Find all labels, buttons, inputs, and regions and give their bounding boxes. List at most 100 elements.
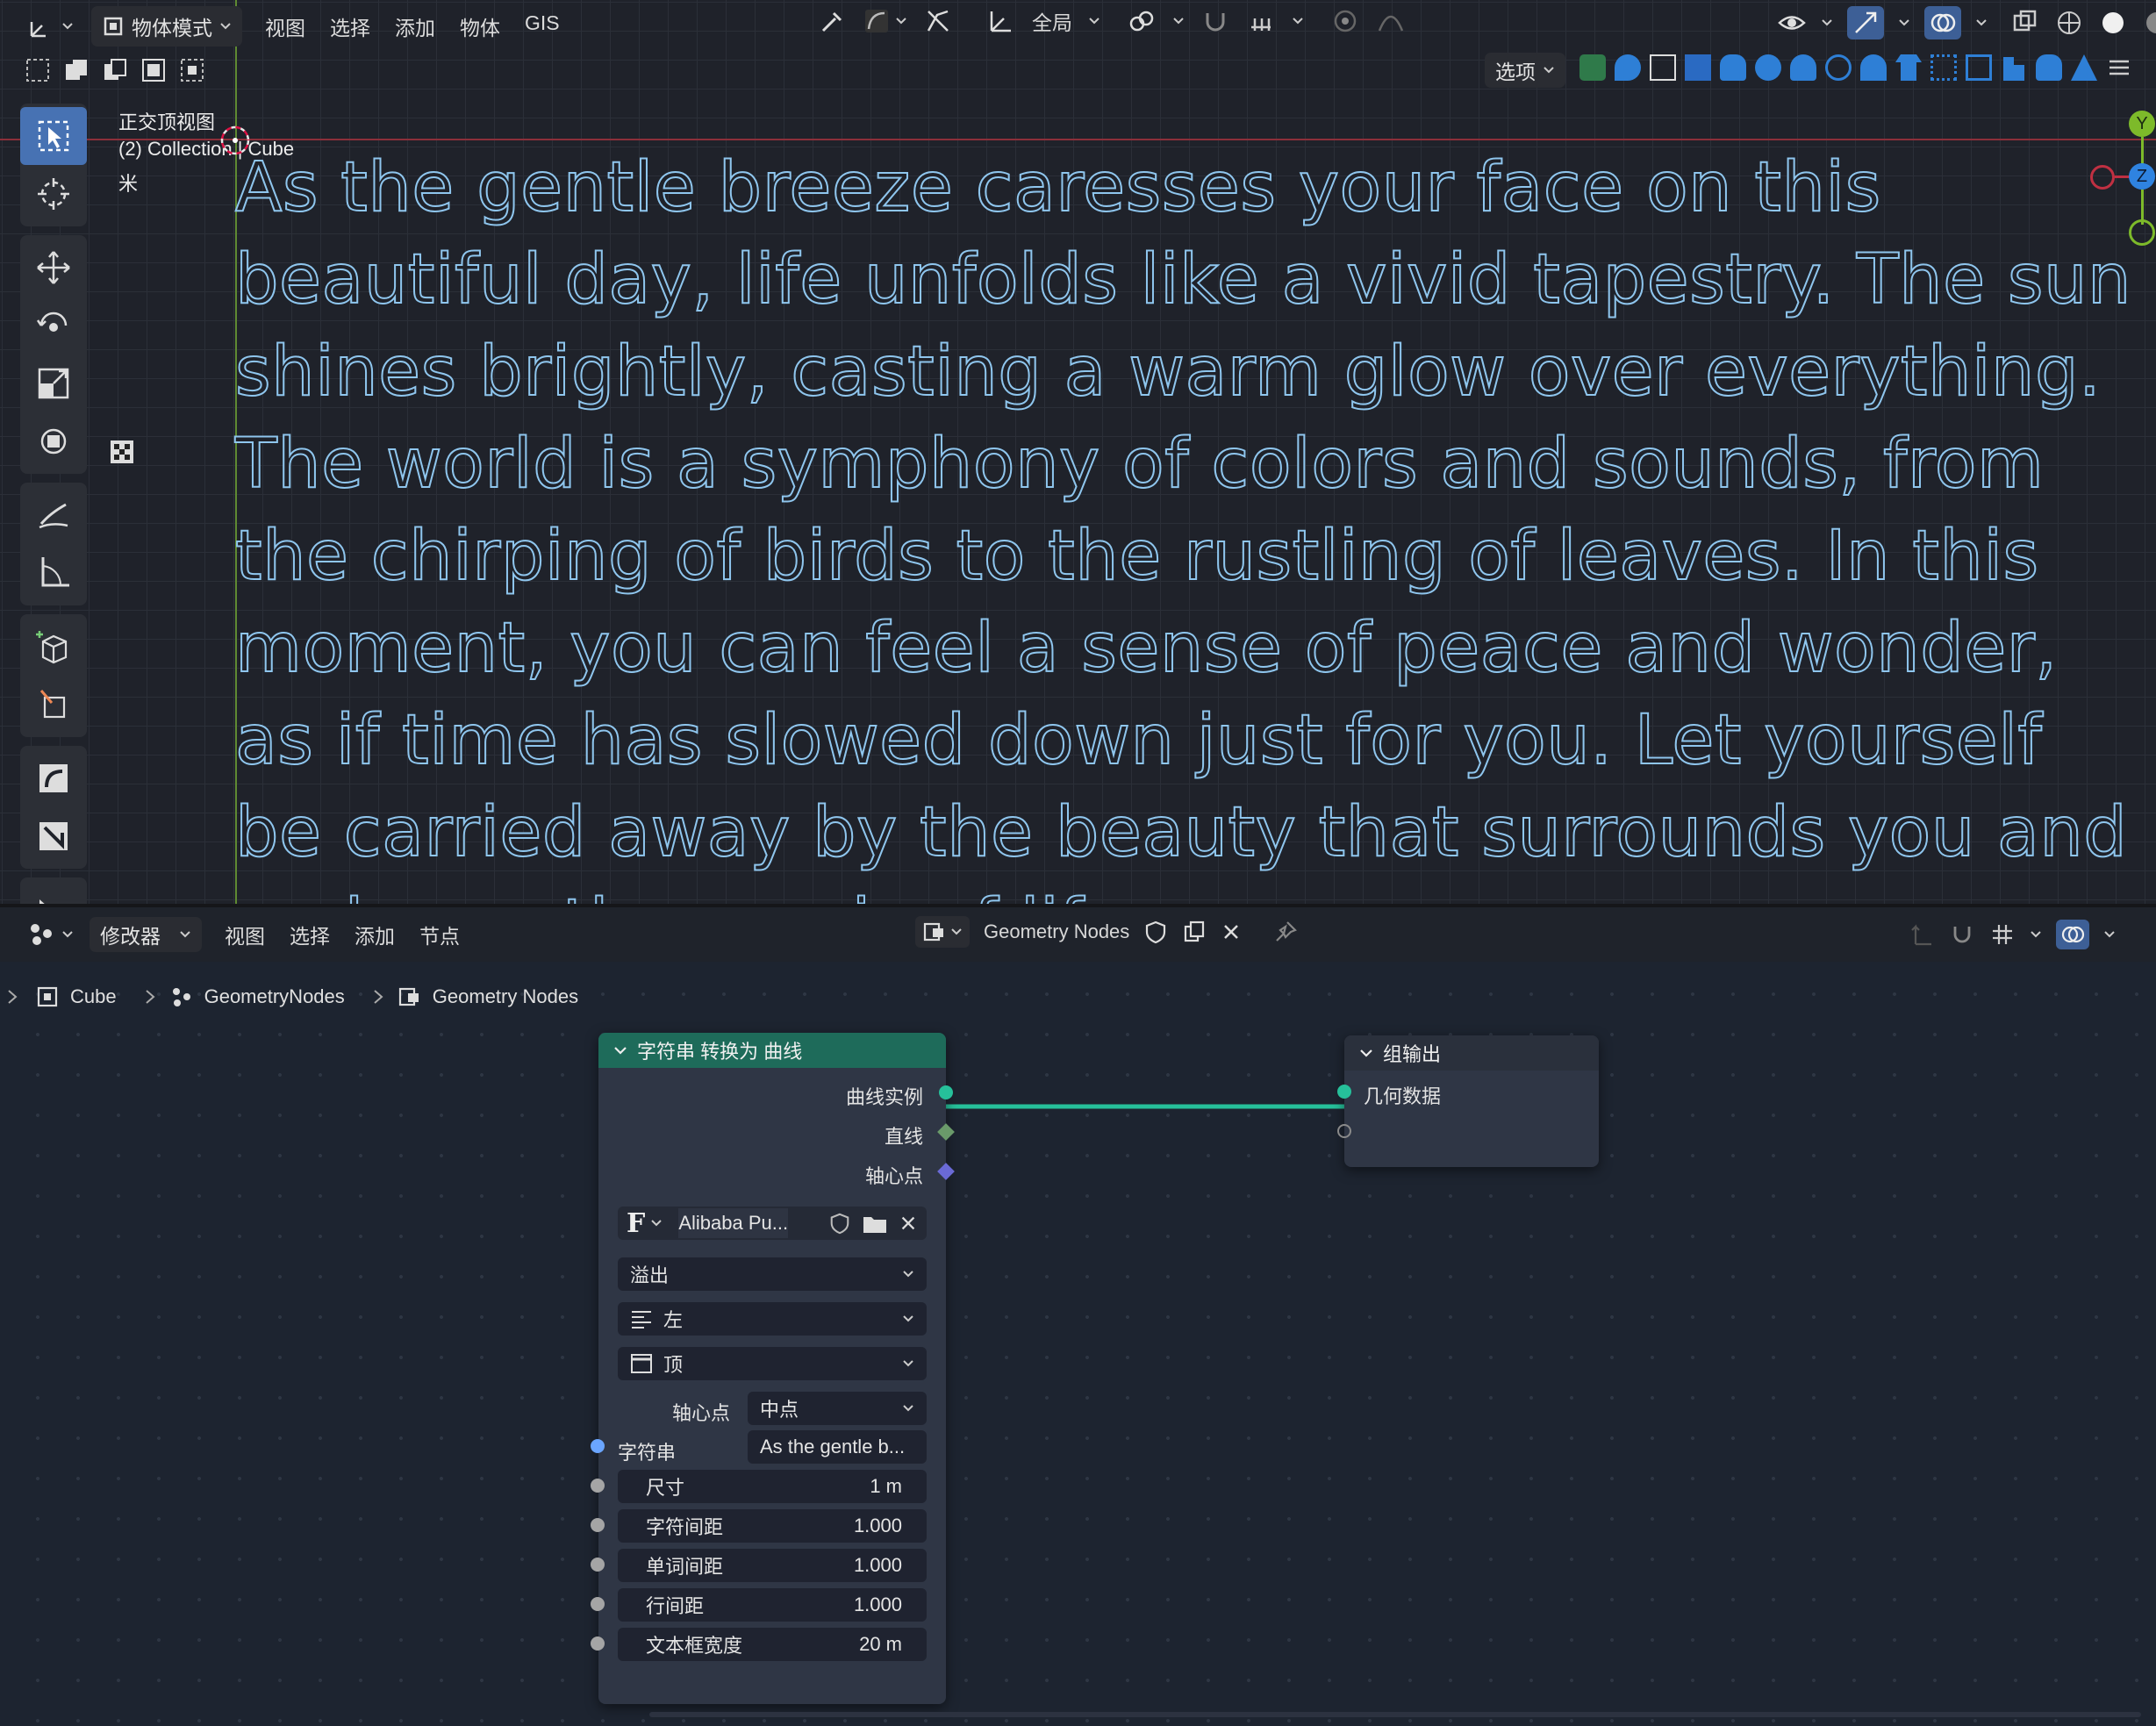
eyedropper-icon[interactable] (816, 6, 846, 36)
snap-grid-icon[interactable] (1246, 6, 1276, 36)
node-menu-node[interactable]: 节点 (407, 920, 472, 949)
open-folder-icon[interactable] (862, 1212, 888, 1235)
menu-add[interactable]: 添加 (383, 11, 448, 41)
rotate-tool[interactable] (20, 297, 87, 355)
size-field[interactable]: 尺寸 1 m (618, 1470, 927, 1503)
input-socket-geometry[interactable] (1337, 1085, 1351, 1099)
input-socket-word-spacing[interactable] (591, 1558, 605, 1572)
input-socket-empty[interactable] (1337, 1124, 1351, 1138)
node-magnet-icon[interactable] (1949, 921, 1975, 948)
editor-type-button[interactable] (18, 6, 84, 47)
node-header[interactable]: 字符串 转换为 曲线 (598, 1033, 946, 1068)
menu-select[interactable]: 选择 (318, 11, 383, 41)
input-socket-size[interactable] (591, 1479, 605, 1493)
knife-tool[interactable] (20, 881, 87, 904)
group-output-header[interactable]: 组输出 (1344, 1035, 1599, 1071)
hamburger-menu-icon[interactable] (2106, 54, 2132, 81)
output-socket-pivot[interactable] (937, 1163, 955, 1180)
gizmo-y[interactable]: Y (2129, 111, 2155, 137)
cursor-tool[interactable] (20, 165, 87, 223)
text-curve-object[interactable]: As the gentle breeze caresses your face … (234, 142, 2148, 904)
unlink-x-icon[interactable] (1221, 921, 1242, 942)
proportional-edit-icon[interactable] (1330, 6, 1360, 36)
transform-tool[interactable] (20, 412, 87, 470)
node-editor[interactable]: 修改器 视图 选择 添加 节点 Geometry Nodes Cube Geom… (0, 907, 2156, 1726)
person-filter-icon[interactable] (1755, 54, 1781, 81)
parent-node-tree-icon[interactable] (1909, 921, 1935, 948)
particle-filter-icon[interactable] (1930, 54, 1957, 81)
input-socket-text-box-width[interactable] (591, 1636, 605, 1651)
menu-gis[interactable]: GIS (512, 11, 572, 41)
falloff-icon[interactable] (1376, 6, 1406, 36)
node-tree-name[interactable]: Geometry Nodes (984, 920, 1129, 943)
magnet-icon[interactable] (1200, 6, 1230, 36)
browse-node-tree-button[interactable] (915, 916, 970, 948)
pivot-dropdown[interactable]: 中点 (748, 1392, 927, 1425)
orientation-label[interactable]: 全局 (1032, 6, 1072, 36)
overlay-icon[interactable] (1928, 8, 1958, 38)
water-body-filter-icon[interactable] (1720, 54, 1746, 81)
curve-icon[interactable] (862, 6, 892, 36)
string-to-curves-node[interactable]: 字符串 转换为 曲线 曲线实例 直线 轴心点 F Alibaba Pu... 溢… (591, 1033, 955, 1704)
breadcrumb-modifier[interactable]: GeometryNodes (169, 985, 345, 1009)
collapse-chevron-icon[interactable] (1358, 1045, 1374, 1061)
gizmo-icon[interactable] (1851, 8, 1880, 38)
select-invert-icon[interactable] (140, 57, 167, 83)
font-selector[interactable]: F Alibaba Pu... (618, 1207, 927, 1240)
snap-grid-node-icon[interactable] (1989, 921, 2016, 948)
transform-pivot-icon[interactable] (986, 6, 1016, 36)
input-socket-string[interactable] (591, 1439, 605, 1453)
building-filter-icon[interactable] (2003, 57, 2024, 81)
node-menu-view[interactable]: 视图 (212, 920, 277, 949)
node-menu-select[interactable]: 选择 (277, 920, 342, 949)
align-y-dropdown[interactable]: 顶 (618, 1347, 927, 1380)
input-socket-char-spacing[interactable] (591, 1518, 605, 1532)
layout-filter-icon[interactable] (1966, 54, 1992, 81)
select-new-icon[interactable] (25, 57, 51, 83)
mesh-filter-icon[interactable] (1579, 54, 1606, 81)
shear-tool[interactable] (20, 749, 87, 807)
editor-mode-dropdown[interactable]: 修改器 (90, 917, 202, 952)
pin-icon[interactable] (1273, 920, 1298, 944)
options-dropdown[interactable]: 选项 (1485, 53, 1565, 88)
node-editor-type-button[interactable] (18, 914, 84, 955)
word-spacing-field[interactable]: 单词间距 1.000 (618, 1549, 927, 1582)
breadcrumb-node-tree[interactable]: Geometry Nodes (398, 985, 578, 1009)
node-menu-add[interactable]: 添加 (342, 920, 407, 949)
solid-shading-icon[interactable] (2098, 8, 2128, 38)
select-extend-icon[interactable] (63, 57, 90, 83)
select-box-tool[interactable] (20, 107, 87, 165)
output-socket-curve-instances[interactable] (939, 1085, 953, 1099)
breadcrumb-object[interactable]: Cube (35, 985, 117, 1009)
link-icon[interactable] (1127, 6, 1157, 36)
output-socket-line[interactable] (937, 1123, 955, 1141)
node-overlay-icon[interactable] (2059, 921, 2086, 948)
image-filter-icon[interactable] (1650, 54, 1676, 81)
select-intersect-icon[interactable] (179, 57, 205, 83)
wireframe-shading-icon[interactable] (2054, 8, 2084, 38)
input-socket-line-spacing[interactable] (591, 1597, 605, 1611)
string-field[interactable]: As the gentle b... (748, 1430, 927, 1464)
node-link[interactable] (939, 1093, 1351, 1120)
text-box-width-field[interactable]: 文本框宽度 20 m (618, 1628, 927, 1661)
visibility-eye-icon[interactable] (1777, 8, 1807, 38)
add-cube-tool[interactable] (20, 618, 87, 676)
move-tool[interactable] (20, 239, 87, 297)
mask-icon[interactable] (923, 6, 953, 36)
water-filter-icon[interactable] (1615, 54, 1641, 81)
measure-tool[interactable] (20, 544, 87, 602)
shrink-tool[interactable] (20, 807, 87, 865)
font-unlink-x-icon[interactable] (899, 1214, 918, 1233)
char-spacing-field[interactable]: 字符间距 1.000 (618, 1509, 927, 1543)
line-spacing-field[interactable]: 行间距 1.000 (618, 1588, 927, 1622)
scale-tool[interactable] (20, 355, 87, 412)
shirt-filter-icon[interactable] (1895, 54, 1922, 81)
tree-filter-icon[interactable] (1860, 54, 1887, 81)
cloud-filter-icon[interactable] (1790, 54, 1816, 81)
car-filter-icon[interactable] (2036, 54, 2062, 81)
wheel-filter-icon[interactable] (1825, 54, 1852, 81)
menu-object[interactable]: 物体 (448, 11, 512, 41)
group-output-node[interactable]: 组输出 几何数据 (1337, 1035, 1599, 1167)
duplicate-icon[interactable] (1182, 920, 1207, 944)
extrude-tool[interactable] (20, 676, 87, 734)
